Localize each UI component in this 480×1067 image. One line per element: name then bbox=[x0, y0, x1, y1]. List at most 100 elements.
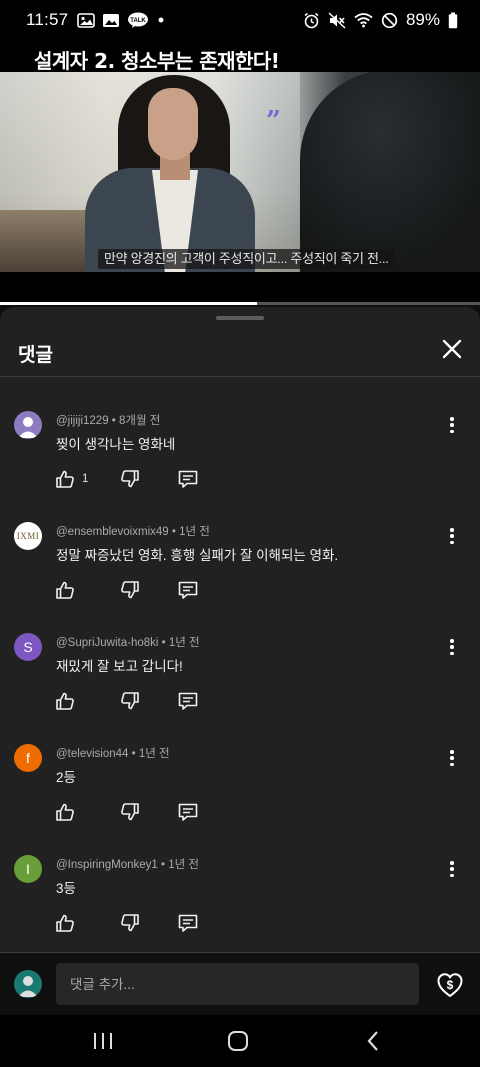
comment-text: 3등 bbox=[56, 881, 76, 896]
talk-badge-text: TALK bbox=[131, 18, 147, 24]
avatar[interactable]: I bbox=[14, 855, 42, 883]
avatar[interactable]: IXMI bbox=[14, 522, 42, 550]
comments-header: 댓글 bbox=[0, 327, 480, 377]
close-button[interactable] bbox=[438, 335, 466, 363]
home-icon bbox=[228, 1031, 248, 1051]
battery-icon bbox=[448, 12, 458, 29]
comment-actions: 1 bbox=[54, 466, 199, 492]
dislike-button[interactable] bbox=[119, 801, 177, 823]
video-player[interactable]: ” 설계자 2. 청소부는 존재한다! 만약 앙경진의 고객이 주성직이고...… bbox=[0, 40, 480, 305]
avatar[interactable]: f bbox=[14, 744, 42, 772]
talk-chat-icon: TALK bbox=[127, 12, 149, 29]
comment-meta: @television44 • 1년 전 bbox=[56, 745, 170, 761]
comment-item: IXMI @ensemblevoixmix49 • 1년 전 정말 짜증났던 영화.… bbox=[0, 522, 480, 632]
comment-text: 2등 bbox=[56, 770, 76, 785]
quote-mark: ” bbox=[266, 106, 281, 136]
comment-time: 8개월 전 bbox=[119, 415, 161, 427]
super-thanks-button[interactable]: $ bbox=[435, 970, 465, 1000]
comment-text: 찢이 생각나는 영화네 bbox=[56, 437, 176, 452]
dislike-icon bbox=[119, 468, 141, 490]
reply-button[interactable] bbox=[177, 801, 199, 823]
status-bar: 11:57 TALK 89% bbox=[0, 0, 480, 40]
comment-time: 1년 전 bbox=[168, 859, 199, 871]
gallery-icon bbox=[77, 12, 96, 28]
super-thanks-icon: $ bbox=[437, 973, 463, 998]
more-options-icon[interactable] bbox=[444, 415, 460, 435]
comment-actions bbox=[54, 910, 199, 936]
system-nav-bar bbox=[0, 1015, 480, 1067]
comment-author[interactable]: @jijiji1229 bbox=[56, 415, 109, 427]
reply-icon bbox=[177, 690, 199, 712]
comment-author[interactable]: @InspiringMonkey1 bbox=[56, 859, 158, 871]
dot-icon bbox=[156, 15, 166, 25]
comment-item: I @InspiringMonkey1 • 1년 전 3등 bbox=[0, 855, 480, 965]
avatar[interactable] bbox=[14, 411, 42, 439]
do-not-disturb-icon bbox=[381, 12, 398, 29]
reply-button[interactable] bbox=[177, 690, 199, 712]
more-options-icon[interactable] bbox=[444, 526, 460, 546]
comment-author[interactable]: @SupriJuwita-ho8ki bbox=[56, 637, 158, 649]
video-title-bar: 설계자 2. 청소부는 존재한다! bbox=[0, 40, 480, 73]
close-icon bbox=[442, 339, 462, 359]
like-icon bbox=[54, 579, 76, 601]
back-icon bbox=[367, 1031, 378, 1051]
reply-button[interactable] bbox=[177, 468, 199, 490]
more-options-icon[interactable] bbox=[444, 637, 460, 657]
more-options-icon[interactable] bbox=[444, 859, 460, 879]
meta-separator: • bbox=[157, 859, 169, 871]
comment-meta: @jijiji1229 • 8개월 전 bbox=[56, 412, 160, 428]
comment-meta: @ensemblevoixmix49 • 1년 전 bbox=[56, 523, 210, 539]
my-avatar bbox=[14, 970, 42, 998]
meta-separator: • bbox=[108, 415, 120, 427]
back-button[interactable] bbox=[360, 1028, 388, 1054]
dislike-button[interactable] bbox=[119, 468, 177, 490]
comments-sheet: 댓글 @jijiji1229 • 8개월 전찢이 생각나는 영화네 1 IXMI @e… bbox=[0, 307, 480, 952]
more-options-icon[interactable] bbox=[444, 748, 460, 768]
reply-icon bbox=[177, 912, 199, 934]
comments-title: 댓글 bbox=[18, 344, 53, 366]
recent-apps-button[interactable] bbox=[89, 1028, 117, 1054]
dislike-button[interactable] bbox=[119, 912, 177, 934]
comment-actions bbox=[54, 577, 199, 603]
comment-time: 1년 전 bbox=[138, 748, 170, 760]
add-comment-input[interactable] bbox=[56, 963, 419, 1005]
comment-author[interactable]: @ensemblevoixmix49 bbox=[56, 526, 169, 538]
wifi-icon bbox=[354, 12, 373, 28]
svg-text:$: $ bbox=[447, 978, 454, 992]
alarm-icon bbox=[303, 12, 320, 29]
video-subtitle: 만약 앙경진의 고객이 주성직이고... 주성직이 죽기 전... bbox=[98, 249, 395, 269]
add-comment-bar: $ bbox=[0, 952, 480, 1015]
reply-button[interactable] bbox=[177, 912, 199, 934]
like-button[interactable] bbox=[54, 801, 119, 823]
comment-author[interactable]: @television44 bbox=[56, 748, 128, 760]
like-count: 1 bbox=[82, 473, 89, 485]
like-button[interactable]: 1 bbox=[54, 468, 119, 490]
meta-separator: • bbox=[168, 526, 180, 538]
reply-button[interactable] bbox=[177, 579, 199, 601]
video-title-overlay: 설계자 2. 청소부는 존재한다! bbox=[34, 49, 280, 73]
image-icon bbox=[102, 13, 120, 28]
avatar-letter: I bbox=[26, 861, 30, 877]
dislike-icon bbox=[119, 912, 141, 934]
mute-icon bbox=[328, 11, 346, 29]
comment-actions bbox=[54, 688, 199, 714]
dislike-button[interactable] bbox=[119, 579, 177, 601]
avatar[interactable]: S bbox=[14, 633, 42, 661]
person-face bbox=[148, 88, 198, 160]
reply-icon bbox=[177, 801, 199, 823]
video-frame: ” bbox=[0, 70, 480, 272]
like-button[interactable] bbox=[54, 579, 119, 601]
like-button[interactable] bbox=[54, 912, 119, 934]
comment-item: @jijiji1229 • 8개월 전찢이 생각나는 영화네 1 bbox=[0, 411, 480, 521]
comment-text: 재밌게 잘 보고 갑니다! bbox=[56, 659, 183, 674]
comment-item: S @SupriJuwita-ho8ki • 1년 전 재밌게 잘 보고 갑니다! bbox=[0, 633, 480, 743]
avatar-letter: S bbox=[23, 639, 33, 655]
dislike-button[interactable] bbox=[119, 690, 177, 712]
like-icon bbox=[54, 801, 76, 823]
video-progress-bar[interactable] bbox=[0, 302, 480, 305]
like-button[interactable] bbox=[54, 690, 119, 712]
reply-icon bbox=[177, 468, 199, 490]
home-button[interactable] bbox=[224, 1028, 252, 1054]
recent-apps-icon bbox=[94, 1033, 112, 1049]
drag-handle[interactable] bbox=[216, 316, 264, 320]
